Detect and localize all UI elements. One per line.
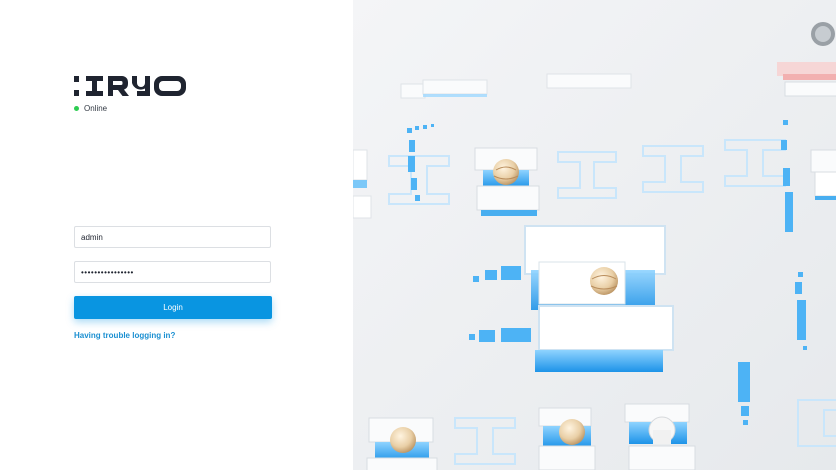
- trouble-logging-in-link[interactable]: Having trouble logging in?: [74, 331, 175, 340]
- login-button[interactable]: Login: [74, 296, 272, 319]
- login-screen: Online Login Having trouble logging in?: [0, 0, 836, 470]
- login-panel: Online Login Having trouble logging in?: [0, 0, 353, 470]
- password-input[interactable]: [74, 261, 271, 283]
- status-text: Online: [84, 104, 108, 113]
- hero-illustration: [353, 0, 836, 470]
- isometric-blocks-illustration: [353, 0, 836, 470]
- iryo-logo: [74, 76, 186, 96]
- username-input[interactable]: [74, 226, 271, 248]
- online-dot-icon: [74, 106, 79, 111]
- connection-status: Online: [74, 104, 107, 113]
